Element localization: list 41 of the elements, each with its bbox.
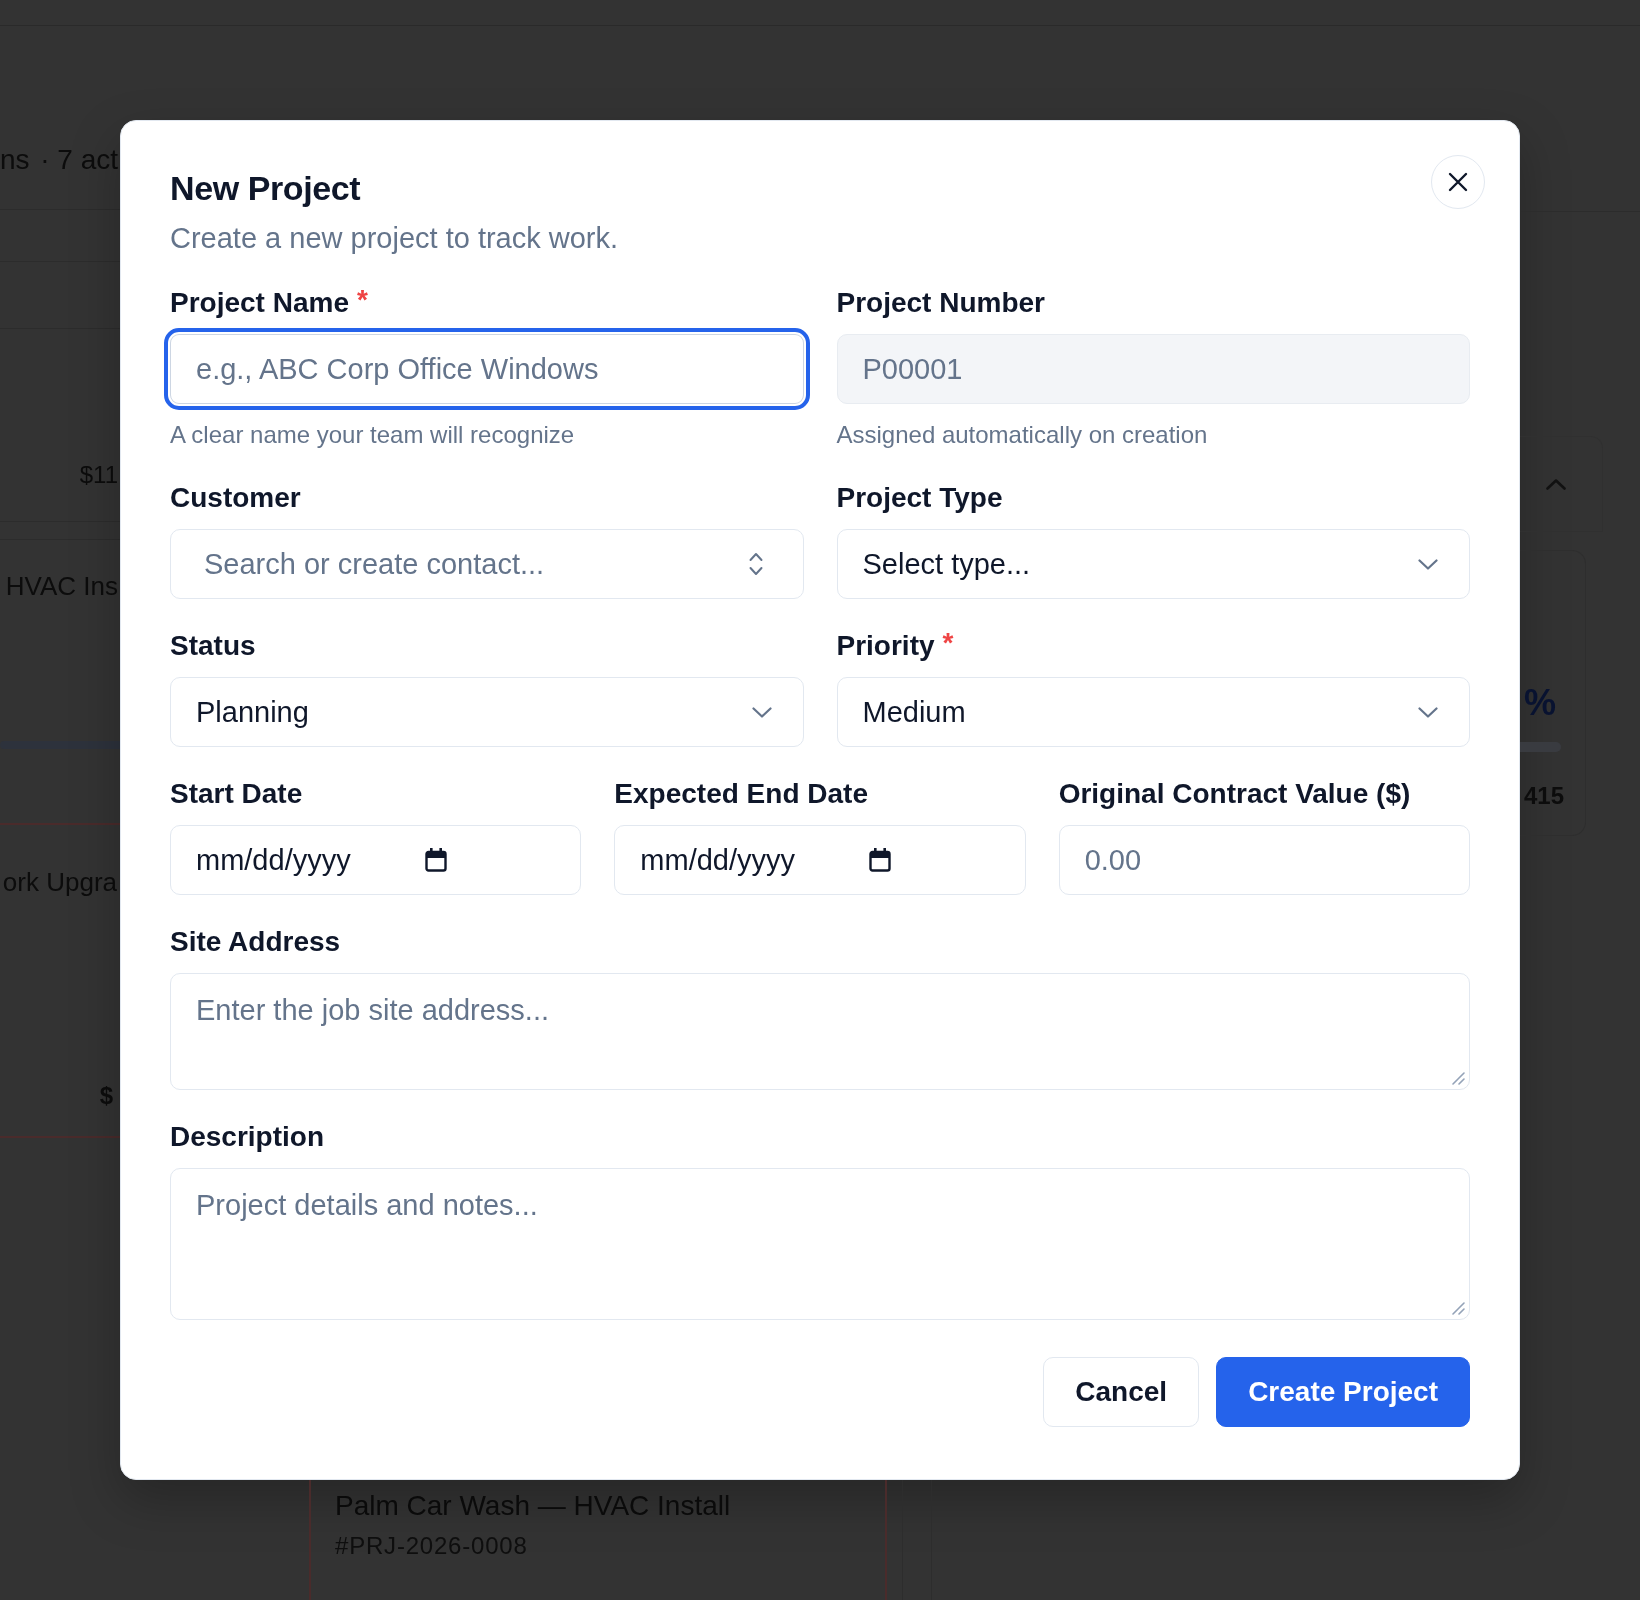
- close-icon: [1448, 172, 1468, 192]
- text-field[interactable]: e.g., ABC Corp Office Windows: [164, 328, 810, 410]
- textarea-field[interactable]: Enter the job site address...: [170, 973, 1470, 1090]
- resize-grip-icon: [1451, 1301, 1465, 1315]
- dialog-description: Create a new project to track work.: [170, 221, 619, 256]
- field-label: Status: [170, 629, 256, 663]
- calendar-icon: [425, 848, 447, 872]
- chevron-down-icon: [1418, 706, 1438, 718]
- date-field[interactable]: mm/dd/yyyy: [614, 825, 1026, 895]
- field-hint: A clear name your team will recognize: [170, 420, 576, 450]
- textarea-field[interactable]: Project details and notes...: [170, 1168, 1470, 1320]
- combobox-field[interactable]: Search or create contact...: [170, 529, 804, 599]
- select-field[interactable]: Planning: [170, 677, 804, 747]
- field-label: Site Address: [170, 925, 341, 959]
- required-mark: *: [942, 628, 954, 658]
- field-label: Project Number: [836, 286, 1045, 320]
- create-button[interactable]: Create Project: [1216, 1357, 1470, 1427]
- chevron-up-down-icon: [748, 552, 763, 576]
- field-label: Project Name: [170, 286, 349, 320]
- field-label: Start Date: [170, 777, 303, 811]
- calendar-icon: [869, 848, 892, 872]
- field-label: Customer: [170, 481, 301, 515]
- field-label: Original Contract Value ($): [1058, 777, 1411, 811]
- field-label: Description: [170, 1120, 325, 1154]
- progress-track: [1520, 742, 1561, 752]
- field-label: Priority: [836, 629, 935, 663]
- close-button[interactable]: [1431, 155, 1485, 209]
- chevron-down-icon: [1418, 558, 1438, 570]
- chevron-down-icon: [751, 706, 772, 718]
- field-label: Expected End Date: [614, 777, 868, 811]
- field-label: Project Type: [836, 481, 1003, 515]
- select-field[interactable]: Medium: [836, 677, 1470, 747]
- date-field[interactable]: mm/dd/yyyy: [170, 825, 582, 895]
- percent-text: %: [1524, 682, 1556, 724]
- amount-text: $: [99, 1081, 113, 1111]
- cancel-button[interactable]: Cancel: [1043, 1357, 1200, 1427]
- field-hint: Assigned automatically on creation: [836, 420, 1209, 450]
- required-mark: *: [356, 285, 368, 315]
- select-field[interactable]: Select type...: [836, 529, 1470, 599]
- dialog-title: New Project: [170, 168, 362, 208]
- resize-grip-icon: [1451, 1071, 1465, 1085]
